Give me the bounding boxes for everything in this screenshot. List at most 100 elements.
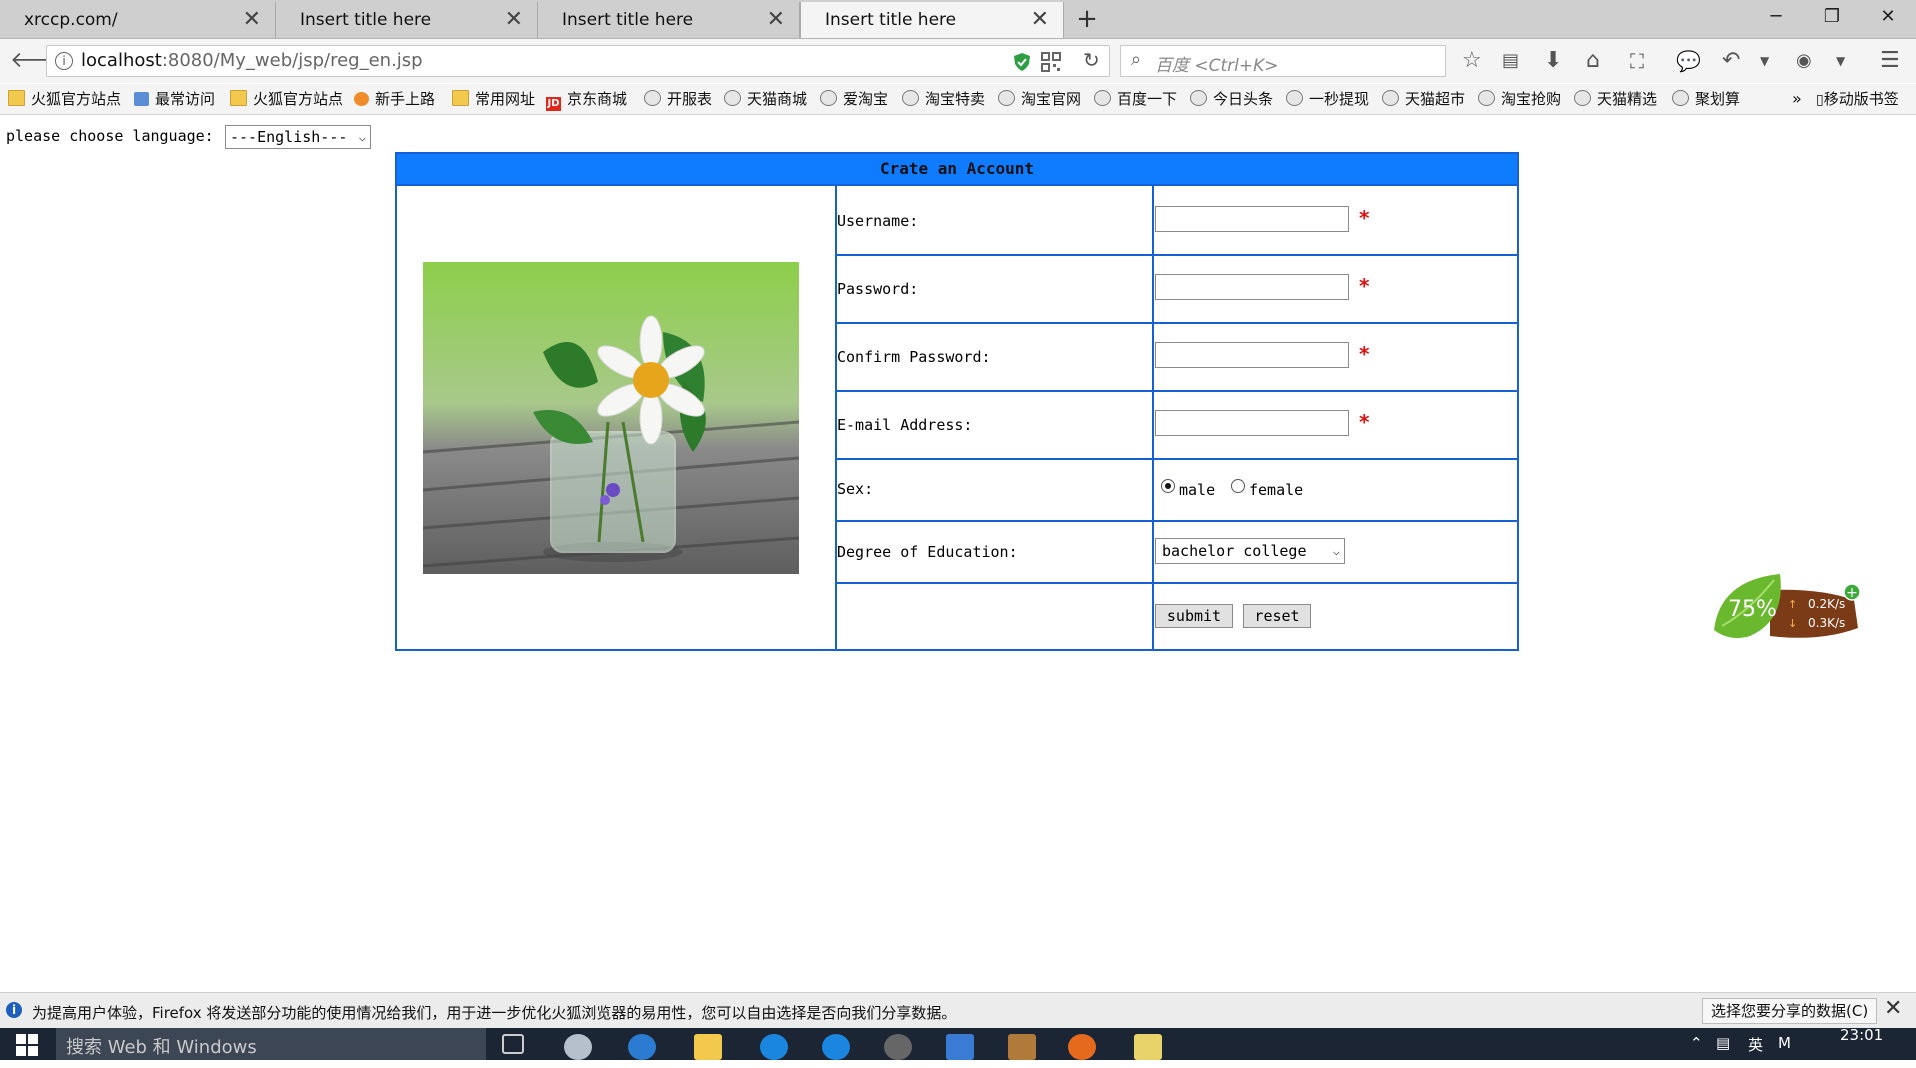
close-icon[interactable]: ✕ <box>243 2 261 38</box>
folder-icon <box>8 90 25 106</box>
bookmark-item[interactable]: 淘宝特卖 <box>902 89 985 109</box>
url-text[interactable]: localhost:8080/My_web/jsp/reg_en.jsp <box>81 50 423 71</box>
language-select[interactable]: ---English--- ⌵ <box>225 125 371 149</box>
bookmark-item[interactable]: 最常访问 <box>134 89 215 109</box>
bookmark-item[interactable]: 火狐官方站点 <box>8 89 121 109</box>
download-icon[interactable]: ⬇ <box>1544 39 1562 83</box>
confirm-password-input[interactable] <box>1155 342 1349 368</box>
bookmark-item[interactable]: 今日头条 <box>1190 89 1273 109</box>
maximize-button[interactable]: ❐ <box>1808 0 1856 34</box>
bookmark-star-icon[interactable]: ☆ <box>1462 39 1482 83</box>
windows-start-icon[interactable] <box>16 1034 38 1056</box>
sogou-icon[interactable] <box>822 1034 850 1060</box>
menu-icon[interactable]: ☰ <box>1880 39 1900 83</box>
username-input[interactable] <box>1155 206 1349 232</box>
network-icon[interactable]: ▤ <box>1716 1034 1730 1052</box>
bookmark-item[interactable]: 新手上路 <box>354 89 435 109</box>
chat-icon[interactable]: 💬 <box>1676 39 1701 83</box>
bookmarks-toolbar: 火狐官方站点 最常访问 火狐官方站点 新手上路 常用网址 JD 京东商城 开服表 … <box>0 84 1916 115</box>
tab-insert-title-active[interactable]: Insert title here ✕ <box>800 2 1064 38</box>
bookmark-item[interactable]: 火狐官方站点 <box>230 89 343 109</box>
mobile-bookmarks[interactable]: ▯移动版书签 <box>1816 89 1899 109</box>
ime-mode-icon[interactable]: M <box>1778 1034 1791 1052</box>
notification-bar: i 为提高用户体验，Firefox 将发送部分功能的使用情况给我们，用于进一步优… <box>0 992 1916 1029</box>
shield-icon[interactable] <box>1013 52 1031 72</box>
close-icon[interactable]: ✕ <box>505 2 523 38</box>
required-mark: * <box>1359 410 1370 434</box>
tab-title: xrccp.com/ <box>24 10 118 30</box>
education-select[interactable]: bachelor college ⌵ <box>1155 538 1345 564</box>
ime-indicator[interactable]: 英 <box>1748 1034 1763 1055</box>
chevron-up-icon[interactable]: ⌃ <box>1690 1034 1703 1052</box>
qr-code-icon[interactable] <box>1041 52 1061 72</box>
globe-icon <box>1382 90 1399 106</box>
home-icon[interactable]: ⌂ <box>1586 39 1600 83</box>
reset-button[interactable]: reset <box>1243 604 1311 628</box>
kugou-icon[interactable] <box>760 1034 788 1060</box>
address-bar[interactable]: i localhost:8080/My_web/jsp/reg_en.jsp ↻ <box>46 45 1110 77</box>
firefox-icon[interactable] <box>1068 1034 1096 1060</box>
bookmark-item[interactable]: 天猫精选 <box>1574 89 1657 109</box>
female-radio[interactable] <box>1231 479 1245 493</box>
education-selected: bachelor college <box>1162 542 1307 560</box>
app-icon[interactable] <box>564 1034 592 1060</box>
more-bookmarks-icon[interactable]: » <box>1792 89 1802 109</box>
close-icon[interactable]: ✕ <box>1884 996 1902 1021</box>
chevron-down-icon[interactable]: ▼ <box>1760 39 1769 83</box>
bookmark-item[interactable]: 百度一下 <box>1094 89 1177 109</box>
tab-insert-title-1[interactable]: Insert title here ✕ <box>276 2 538 38</box>
bookmark-item[interactable]: 一秒提现 <box>1286 89 1369 109</box>
globe-icon <box>820 90 837 106</box>
search-input[interactable]: ⌕ 百度 <Ctrl+K> <box>1120 45 1446 77</box>
close-icon[interactable]: ✕ <box>767 2 785 38</box>
download-speed: 0.3K/s <box>1808 616 1845 630</box>
notes-icon[interactable] <box>1134 1034 1162 1060</box>
globe-icon <box>1672 90 1689 106</box>
bookmark-item[interactable]: 天猫商城 <box>724 89 807 109</box>
bookmark-item[interactable]: 常用网址 <box>452 89 535 109</box>
info-icon[interactable]: i <box>55 52 73 70</box>
new-tab-button[interactable]: + <box>1074 4 1100 34</box>
submit-button[interactable]: submit <box>1155 604 1233 628</box>
male-radio[interactable] <box>1161 479 1175 493</box>
app-icon[interactable] <box>946 1034 974 1060</box>
bookmark-item[interactable]: 聚划算 <box>1672 89 1740 109</box>
screenshot-icon[interactable]: ⛶ <box>1630 39 1644 83</box>
plus-icon: + <box>1846 585 1858 601</box>
share-data-button[interactable]: 选择您要分享的数据(C) <box>1702 998 1878 1024</box>
settings-app-icon[interactable] <box>1008 1034 1036 1060</box>
password-input[interactable] <box>1155 274 1349 300</box>
undo-icon[interactable]: ↶ <box>1722 39 1740 83</box>
row-divider <box>837 520 1517 522</box>
bookmark-item[interactable]: 淘宝抢购 <box>1478 89 1561 109</box>
minimize-button[interactable]: ─ <box>1752 0 1800 34</box>
navigation-toolbar: 🡐 i localhost:8080/My_web/jsp/reg_en.jsp… <box>0 39 1916 83</box>
email-input[interactable] <box>1155 410 1349 436</box>
close-window-button[interactable]: ✕ <box>1864 0 1912 34</box>
library-icon[interactable]: ▤ <box>1502 39 1519 83</box>
bookmark-item[interactable]: 爱淘宝 <box>820 89 888 109</box>
bookmark-item[interactable]: 开服表 <box>644 89 712 109</box>
extension-icon[interactable]: ◉ <box>1796 39 1812 83</box>
bookmark-item[interactable]: JD 京东商城 <box>546 89 627 111</box>
reload-icon[interactable]: ↻ <box>1083 48 1100 72</box>
tab-xrccp[interactable]: xrccp.com/ ✕ <box>0 2 276 38</box>
bookmark-item[interactable]: 天猫超市 <box>1382 89 1465 109</box>
edge-icon[interactable] <box>628 1034 656 1060</box>
task-view-icon[interactable] <box>502 1034 524 1054</box>
app-icon[interactable] <box>884 1034 912 1060</box>
bookmark-item[interactable]: 淘宝官网 <box>998 89 1081 109</box>
tab-title: Insert title here <box>825 10 957 30</box>
clock-time[interactable]: 23:01 <box>1840 1026 1883 1044</box>
file-explorer-icon[interactable] <box>694 1034 722 1060</box>
download-arrow-icon: ↓ <box>1788 617 1797 630</box>
tab-insert-title-2[interactable]: Insert title here ✕ <box>538 2 800 38</box>
confirm-password-label: Confirm Password: <box>837 348 991 366</box>
taskbar-search-input[interactable]: 搜索 Web 和 Windows <box>56 1028 486 1060</box>
close-icon[interactable]: ✕ <box>1031 2 1049 38</box>
row-divider <box>837 458 1517 460</box>
network-speed-widget[interactable]: + 75% ↑ 0.2K/s ↓ 0.3K/s <box>1710 570 1860 650</box>
upload-speed: 0.2K/s <box>1808 597 1845 611</box>
education-label: Degree of Education: <box>837 543 1018 561</box>
chevron-down-icon[interactable]: ▼ <box>1836 39 1845 83</box>
